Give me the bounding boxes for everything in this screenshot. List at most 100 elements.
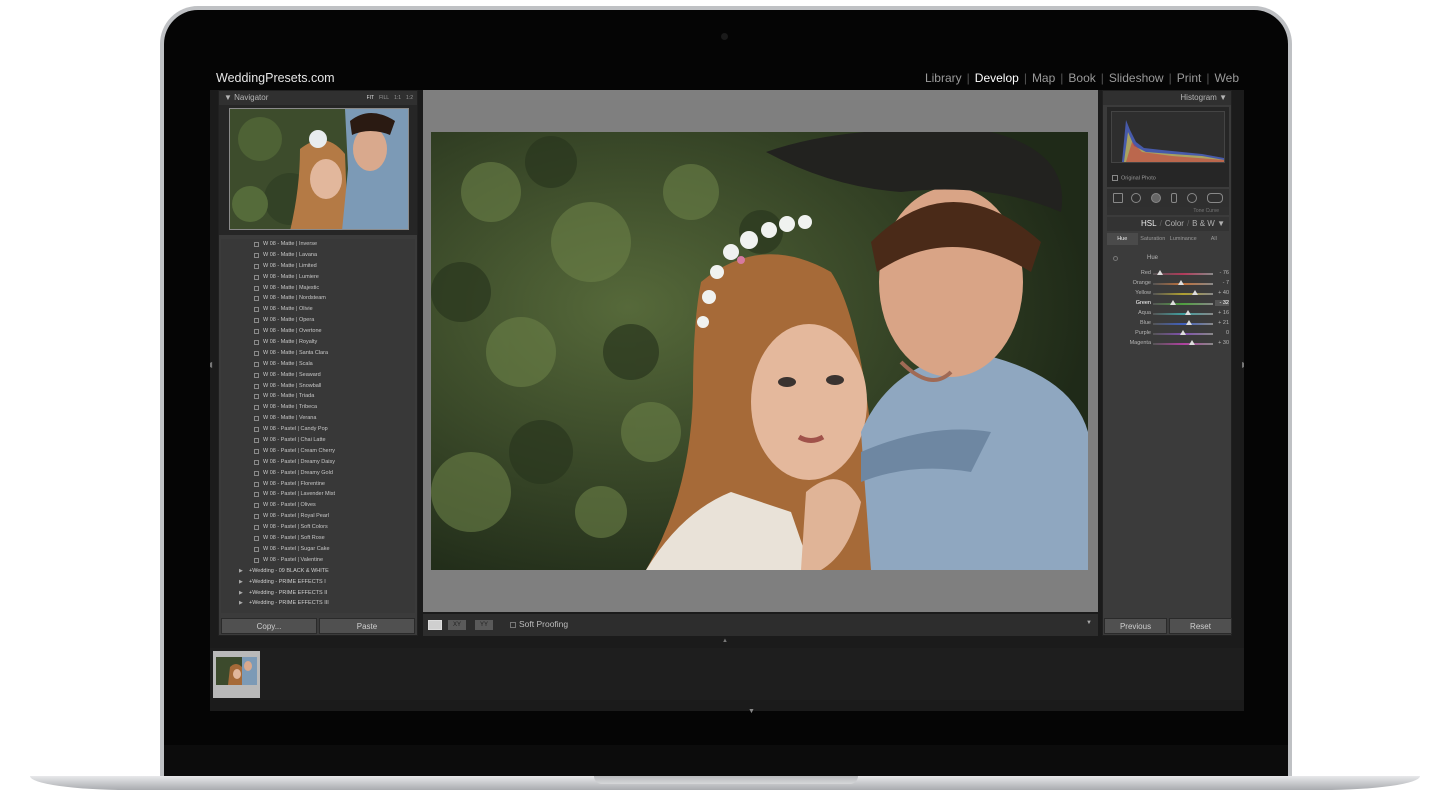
hsl-slider-value[interactable]: + 16 bbox=[1215, 310, 1229, 316]
red-eye-icon[interactable] bbox=[1151, 193, 1161, 203]
hsl-tab-color[interactable]: Color bbox=[1165, 219, 1184, 228]
preset-folder[interactable]: ▶ +Wedding - PRIME EFFECTS I bbox=[221, 577, 415, 588]
preset-item[interactable]: W 08 - Pastel | Olives bbox=[221, 500, 415, 511]
hsl-tab-hsl[interactable]: HSL bbox=[1141, 219, 1157, 228]
preset-folder[interactable]: ▶ +Wedding - PRIME EFFECTS II bbox=[221, 588, 415, 599]
hsl-slider-knob[interactable] bbox=[1170, 300, 1177, 305]
module-book[interactable]: Book bbox=[1063, 71, 1100, 85]
hsl-slider-track[interactable] bbox=[1153, 343, 1213, 345]
preset-item[interactable]: W 08 - Pastel | Florentine bbox=[221, 479, 415, 490]
main-photo[interactable] bbox=[431, 132, 1088, 570]
preset-item[interactable]: W 08 - Matte | Triada bbox=[221, 391, 415, 402]
original-photo-label[interactable]: Original Photo bbox=[1112, 175, 1156, 181]
folder-expand-icon[interactable]: ▶ bbox=[239, 577, 243, 588]
preset-item[interactable]: W 08 - Matte | Olivie bbox=[221, 304, 415, 315]
preset-item[interactable]: W 08 - Matte | Nordsteam bbox=[221, 293, 415, 304]
reset-button[interactable]: Reset bbox=[1169, 618, 1232, 634]
hsl-slider-value[interactable]: - 7 bbox=[1215, 280, 1229, 286]
preset-item[interactable]: W 08 - Matte | Inverse bbox=[221, 239, 415, 250]
preset-folder[interactable]: ▶ +Wedding - 09 BLACK & WHITE bbox=[221, 566, 415, 577]
previous-button[interactable]: Previous bbox=[1104, 618, 1167, 634]
hsl-slider-knob[interactable] bbox=[1180, 330, 1186, 335]
filmstrip-toggle-icon[interactable]: ▲ bbox=[722, 638, 728, 644]
left-panel-toggle-icon[interactable]: ◀ bbox=[210, 360, 212, 369]
navigator-preview[interactable] bbox=[229, 108, 409, 230]
preset-item[interactable]: W 08 - Matte | Snowball bbox=[221, 381, 415, 392]
spot-removal-icon[interactable] bbox=[1131, 193, 1141, 203]
bottom-collapse-icon[interactable]: ▼ bbox=[748, 708, 755, 715]
preset-item[interactable]: W 08 - Matte | Verana bbox=[221, 413, 415, 424]
navigator-zoom-option[interactable]: 1:1 bbox=[394, 95, 401, 101]
preset-item[interactable]: W 08 - Matte | Santa Clara bbox=[221, 348, 415, 359]
preset-item[interactable]: W 08 - Matte | Lumiere bbox=[221, 272, 415, 283]
preset-item[interactable]: W 08 - Pastel | Soft Rose bbox=[221, 533, 415, 544]
tone-curve-header[interactable]: Tone Curve bbox=[1107, 207, 1229, 215]
hsl-slider-value[interactable]: - 32 bbox=[1215, 300, 1229, 306]
preset-item[interactable]: W 08 - Pastel | Lavender Mist bbox=[221, 489, 415, 500]
hsl-slider-knob[interactable] bbox=[1192, 290, 1198, 295]
module-web[interactable]: Web bbox=[1210, 71, 1244, 85]
right-panel-toggle-icon[interactable]: ▶ bbox=[1242, 360, 1244, 369]
hsl-slider-knob[interactable] bbox=[1177, 280, 1184, 285]
paste-button[interactable]: Paste bbox=[319, 618, 415, 634]
preset-item[interactable]: W 08 - Matte | Tribeca bbox=[221, 402, 415, 413]
navigator-zoom-option[interactable]: FIT bbox=[367, 95, 375, 101]
hsl-slider-knob[interactable] bbox=[1157, 270, 1164, 275]
preset-item[interactable]: W 08 - Pastel | Chai Latte bbox=[221, 435, 415, 446]
preset-item[interactable]: W 08 - Matte | Overtone bbox=[221, 326, 415, 337]
target-adjustment-icon[interactable] bbox=[1113, 256, 1118, 261]
folder-expand-icon[interactable]: ▶ bbox=[239, 598, 243, 609]
folder-expand-icon[interactable]: ▶ bbox=[239, 588, 243, 599]
hsl-slider-track[interactable] bbox=[1153, 313, 1213, 315]
hsl-slider-value[interactable]: + 21 bbox=[1215, 320, 1229, 326]
hsl-slider-track[interactable] bbox=[1153, 303, 1213, 305]
hsl-slider-value[interactable]: + 40 bbox=[1215, 290, 1229, 296]
preset-item[interactable]: W 08 - Pastel | Royal Pearl bbox=[221, 511, 415, 522]
soft-proofing-checkbox[interactable] bbox=[510, 622, 516, 628]
hsl-subtab-saturation[interactable]: Saturation bbox=[1138, 233, 1169, 245]
module-develop[interactable]: Develop bbox=[970, 71, 1024, 85]
crop-icon[interactable] bbox=[1113, 193, 1123, 203]
loupe-view-icon[interactable] bbox=[428, 620, 442, 630]
preset-item[interactable]: W 08 - Pastel | Soft Colors bbox=[221, 522, 415, 533]
preset-item[interactable]: W 08 - Matte | Scala bbox=[221, 359, 415, 370]
preset-folder[interactable]: ▶ +Wedding - PRIME EFFECTS III bbox=[221, 598, 415, 609]
module-print[interactable]: Print bbox=[1172, 71, 1207, 85]
preset-item[interactable]: W 08 - Matte | Limited bbox=[221, 261, 415, 272]
preset-item[interactable]: W 08 - Pastel | Dreamy Daisy bbox=[221, 457, 415, 468]
module-slideshow[interactable]: Slideshow bbox=[1104, 71, 1169, 85]
before-after-button[interactable]: XY bbox=[448, 620, 466, 630]
survey-button[interactable]: YY bbox=[475, 620, 493, 630]
graduated-filter-icon[interactable] bbox=[1171, 193, 1177, 203]
preset-item[interactable]: W 08 - Pastel | Cream Cherry bbox=[221, 446, 415, 457]
module-map[interactable]: Map bbox=[1027, 71, 1060, 85]
preset-item[interactable]: W 08 - Pastel | Valentine bbox=[221, 555, 415, 566]
preset-item[interactable]: W 08 - Pastel | Sugar Cake bbox=[221, 544, 415, 555]
copy-button[interactable]: Copy... bbox=[221, 618, 317, 634]
hsl-tab-bw[interactable]: B & W bbox=[1192, 219, 1215, 228]
histogram-header[interactable]: Histogram ▼ bbox=[1103, 91, 1231, 105]
hsl-slider-knob[interactable] bbox=[1186, 320, 1192, 325]
preset-item[interactable]: W 08 - Matte | Opera bbox=[221, 315, 415, 326]
navigator-zoom-option[interactable]: 1:2 bbox=[406, 95, 413, 101]
navigator-header[interactable]: ▼ Navigator FIT FILL 1:1 1:2 bbox=[219, 91, 417, 105]
navigator-zoom-option[interactable]: FILL bbox=[379, 95, 389, 101]
filmstrip-thumbnail[interactable] bbox=[213, 651, 260, 698]
hsl-slider-value[interactable]: + 30 bbox=[1215, 340, 1229, 346]
folder-expand-icon[interactable]: ▶ bbox=[239, 566, 243, 577]
preset-item[interactable]: W 08 - Matte | Seaward bbox=[221, 370, 415, 381]
adjustment-brush-icon[interactable] bbox=[1207, 193, 1223, 203]
toolbar-menu-icon[interactable]: ▼ bbox=[1086, 620, 1092, 626]
preset-item[interactable]: W 08 - Matte | Royalty bbox=[221, 337, 415, 348]
hsl-header[interactable]: HSL / Color / B & W ▼ bbox=[1107, 217, 1229, 231]
preset-item[interactable]: W 08 - Pastel | Candy Pop bbox=[221, 424, 415, 435]
hsl-slider-track[interactable] bbox=[1153, 323, 1213, 325]
hsl-subtab-luminance[interactable]: Luminance bbox=[1168, 233, 1199, 245]
preset-item[interactable]: W 08 - Matte | Majestic bbox=[221, 283, 415, 294]
preset-item[interactable]: W 08 - Matte | Lavana bbox=[221, 250, 415, 261]
preset-item[interactable]: W 08 - Pastel | Dreamy Gold bbox=[221, 468, 415, 479]
radial-filter-icon[interactable] bbox=[1187, 193, 1197, 203]
hsl-slider-value[interactable]: 0 bbox=[1215, 330, 1229, 336]
module-library[interactable]: Library bbox=[920, 71, 967, 85]
hsl-slider-track[interactable] bbox=[1153, 293, 1213, 295]
